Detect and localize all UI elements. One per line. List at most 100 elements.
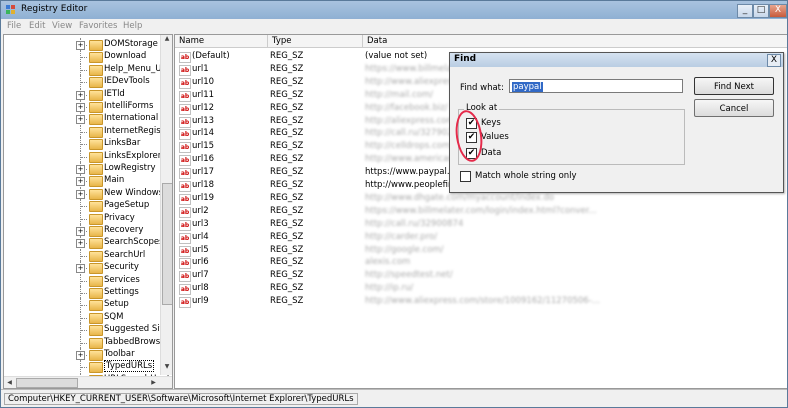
find-next-button[interactable]: Find Next [694,77,774,95]
tree-item-label: Main [104,175,125,186]
close-button[interactable]: X [769,4,787,18]
tree-item[interactable]: Services [4,273,172,288]
tree-item[interactable]: + Recovery [4,224,172,238]
title-bar: Registry Editor _ □ X [1,1,787,19]
find-what-input[interactable]: paypal [509,79,683,93]
find-close-button[interactable]: X [767,54,781,67]
folder-icon [89,77,103,89]
expand-icon[interactable]: + [76,103,85,112]
value-name: url13 [192,115,215,126]
expand-icon[interactable]: + [76,115,85,125]
cancel-button[interactable]: Cancel [694,99,774,117]
value-type: REG_SZ [270,218,304,229]
maximize-button[interactable]: □ [753,4,769,18]
expand-icon[interactable]: + [76,177,85,187]
value-row[interactable]: ab url9 REG_SZ http://www.aliexpress.com/st… [175,295,787,309]
folder-icon [89,114,103,126]
expand-icon[interactable]: + [76,351,85,360]
menu-edit[interactable]: Edit [29,21,45,31]
tree-item[interactable]: + IETld [4,87,172,102]
match-whole-checkbox[interactable] [460,171,471,182]
tree-item[interactable]: Download [4,50,172,65]
tree-item[interactable]: PageSetup [4,199,172,214]
tree-branch-line [81,317,87,319]
tree-item[interactable]: Setup [4,298,172,313]
hscroll-thumb[interactable] [16,378,78,388]
value-row[interactable]: ab url6 REG_SZ alexis.com [175,256,787,270]
tree-item[interactable]: Settings [4,286,172,300]
tree-item[interactable]: TabbedBrowsing [4,335,172,350]
string-value-icon: ab [179,245,191,257]
expand-icon[interactable]: + [76,41,85,50]
tree-item-label: LinksBar [104,138,141,149]
scroll-thumb[interactable] [162,183,172,305]
tree-item[interactable]: LinksExplorer [4,149,172,164]
folder-icon [89,226,103,237]
value-data: http://carder.pro/ [365,231,438,242]
scroll-down-icon[interactable]: ▼ [161,363,172,374]
value-row[interactable]: ab url5 REG_SZ http://google.com/ [175,244,787,257]
value-row[interactable]: ab url2 REG_SZ https://www.billmelater.com/… [175,205,787,218]
tree-branch-line [81,367,87,369]
value-name: url16 [192,154,215,165]
tree-item[interactable]: TypedURLs [4,360,172,375]
value-row[interactable]: ab url4 REG_SZ http://carder.pro/ [175,231,787,244]
key-tree[interactable]: URLSearchHooksTypedURLs+ToolbarTabbedBro… [3,34,173,389]
tree-item[interactable]: Suggested Sites [4,323,172,338]
tree-item[interactable]: + Toolbar [4,348,172,362]
tree-item[interactable]: SQM [4,310,172,325]
value-name: url1 [192,63,209,74]
tree-item[interactable]: + International [4,112,172,127]
expand-icon[interactable]: + [76,165,85,174]
column-header-name[interactable]: Name [175,35,268,48]
tree-item[interactable]: + New Windows [4,186,172,201]
column-header-data[interactable]: Data [363,35,787,48]
value-row[interactable]: ab url8 REG_SZ http://ip.ru/ [175,282,787,296]
folder-icon [89,263,103,275]
scroll-up-icon[interactable]: ▲ [161,35,172,46]
tree-branch-line [81,218,87,220]
menu-favorites[interactable]: Favorites [79,21,117,31]
value-row[interactable]: ab url7 REG_SZ http://speedtest.net/ [175,269,787,283]
tree-item[interactable]: + Security [4,261,172,276]
tree-item[interactable]: + LowRegistry [4,162,172,176]
tree-item[interactable]: InternetRegistry [4,124,172,139]
value-type: REG_SZ [270,257,304,268]
expand-icon[interactable]: + [76,227,85,236]
menu-help[interactable]: Help [123,21,142,31]
expand-icon[interactable]: + [76,264,85,274]
tree-vertical-scrollbar[interactable]: ▲ ▼ [160,35,172,375]
expand-icon[interactable]: + [76,90,85,100]
scroll-right-icon[interactable]: ▶ [148,377,159,388]
values-label: Values [481,132,509,142]
menu-file[interactable]: File [7,21,21,31]
tree-item[interactable]: SearchUrl [4,248,172,263]
value-type: REG_SZ [270,89,304,100]
tree-item[interactable]: + DOMStorage [4,38,172,52]
tree-item[interactable]: + IntelliForms [4,100,172,114]
value-row[interactable]: ab url19 REG_SZ http://www.dhgate.com/myacc… [175,192,787,205]
tree-item-label: Recovery [104,225,144,235]
minimize-button[interactable]: _ [737,4,753,18]
value-name: url9 [192,296,209,307]
folder-icon [89,52,103,64]
tree-branch-line [81,82,87,84]
scroll-left-icon[interactable]: ◀ [4,377,15,388]
tree-item[interactable]: + SearchScopes [4,236,172,251]
tree-horizontal-scrollbar[interactable]: ◀ ▶ [4,376,172,388]
value-name: url19 [192,192,215,203]
registry-icon [6,5,15,14]
expand-icon[interactable]: + [76,189,85,199]
folder-icon [89,325,103,337]
status-path: Computer\HKEY_CURRENT_USER\Software\Micr… [4,393,358,405]
column-header-type[interactable]: Type [268,35,363,48]
tree-item[interactable]: + Main [4,174,172,189]
value-data: http://speedtest.net/ [365,270,453,281]
tree-item[interactable]: Help_Menu_URL [4,62,172,77]
tree-item[interactable]: LinksBar [4,137,172,152]
menu-view[interactable]: View [52,21,72,31]
expand-icon[interactable]: + [76,239,85,249]
value-row[interactable]: ab url3 REG_SZ http://call.ru/32900874 [175,218,787,231]
tree-item[interactable]: Privacy [4,211,172,226]
tree-item[interactable]: IEDevTools [4,75,172,90]
